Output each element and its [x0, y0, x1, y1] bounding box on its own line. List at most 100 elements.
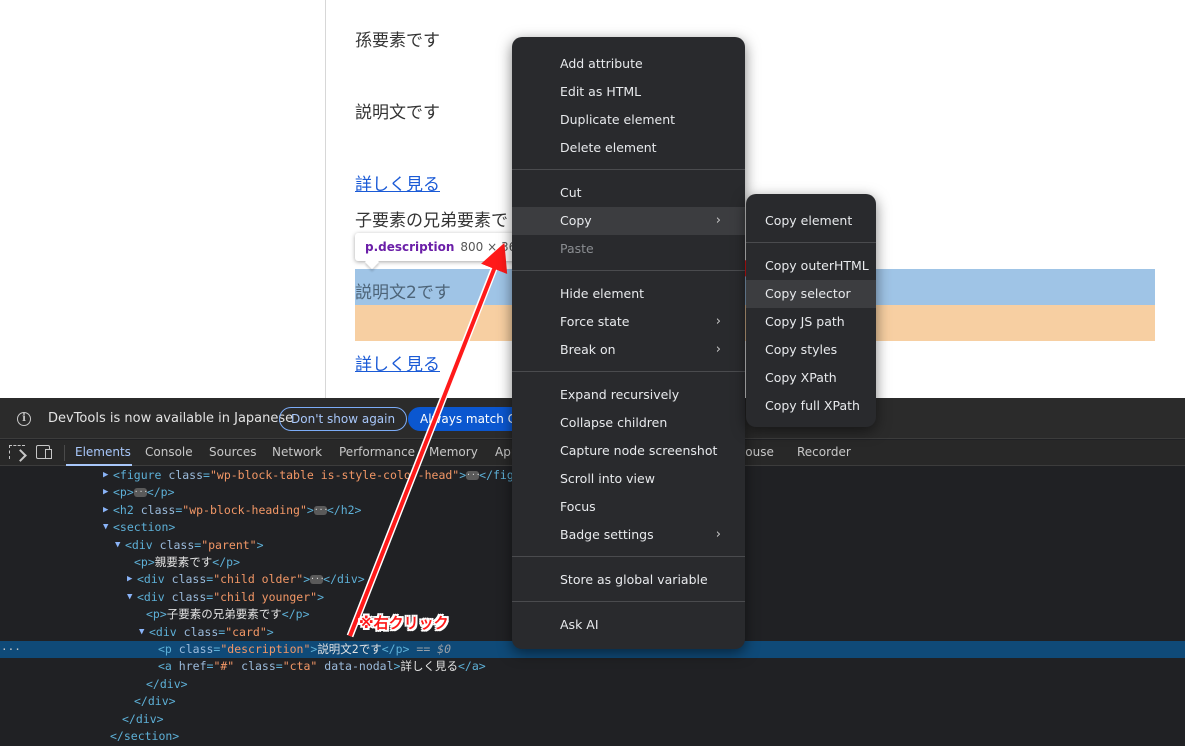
- submenu-item-label: Copy selector: [765, 286, 851, 301]
- submenu-item-copy-xpath[interactable]: Copy XPath: [746, 364, 876, 392]
- menu-item-capture-node-screenshot[interactable]: Capture node screenshot: [512, 437, 745, 465]
- dom-node-markup: <p>親要素です</p>: [134, 555, 240, 569]
- copy-submenu: Copy element Copy outerHTML Copy selector C…: [746, 194, 876, 427]
- submenu-item-copy-element[interactable]: Copy element: [746, 207, 876, 235]
- infobar-message: DevTools is now available in Japanese: [48, 411, 294, 426]
- expand-triangle-icon[interactable]: ▼: [115, 537, 120, 554]
- menu-item-label: Paste: [560, 241, 594, 256]
- dom-node-markup: <div class="child younger">: [137, 589, 324, 604]
- menu-item-add-attribute[interactable]: Add attribute: [512, 50, 745, 78]
- dom-node[interactable]: </div>: [0, 676, 1185, 693]
- inspect-tooltip: p.description 800 × 36: [355, 233, 527, 261]
- menu-item-delete-element[interactable]: Delete element: [512, 134, 745, 162]
- expand-triangle-icon[interactable]: ▼: [139, 624, 144, 641]
- tab-elements[interactable]: Elements: [75, 445, 131, 459]
- info-icon: i: [17, 412, 31, 426]
- node-menu-icon[interactable]: ···: [1, 641, 21, 658]
- menu-item-label: Scroll into view: [560, 471, 655, 486]
- dom-node[interactable]: </section>: [0, 728, 1185, 745]
- dom-node[interactable]: <a href="#" class="cta" data-nodal>詳しく見る…: [0, 658, 1185, 675]
- tab-sources[interactable]: Sources: [209, 445, 256, 459]
- collapse-triangle-icon[interactable]: ▶: [103, 467, 108, 484]
- menu-item-label: Hide element: [560, 286, 645, 301]
- tab-network[interactable]: Network: [272, 445, 322, 459]
- menu-item-hide-element[interactable]: Hide element: [512, 280, 745, 308]
- menu-item-scroll-into-view[interactable]: Scroll into view: [512, 465, 745, 493]
- page-divider: [325, 0, 326, 398]
- tab-memory[interactable]: Memory: [429, 445, 478, 459]
- tab-recorder[interactable]: Recorder: [797, 445, 851, 459]
- expand-triangle-icon[interactable]: ▼: [103, 519, 108, 536]
- tab-performance[interactable]: Performance: [339, 445, 415, 459]
- menu-item-label: Delete element: [560, 140, 657, 155]
- dom-node-markup: </div>: [146, 676, 188, 691]
- menu-separator: [746, 242, 876, 243]
- menu-item-edit-as-html[interactable]: Edit as HTML: [512, 78, 745, 106]
- tab-console[interactable]: Console: [145, 445, 193, 459]
- menu-separator: [512, 556, 745, 557]
- menu-item-force-state[interactable]: Force state ›: [512, 308, 745, 336]
- more-link-1[interactable]: 詳しく見る: [355, 170, 440, 195]
- submenu-item-label: Copy JS path: [765, 314, 845, 329]
- menu-separator: [512, 601, 745, 602]
- submenu-item-label: Copy XPath: [765, 370, 837, 385]
- submenu-item-label: Copy full XPath: [765, 398, 860, 413]
- chevron-right-icon: ›: [715, 213, 721, 228]
- menu-item-label: Break on: [560, 342, 616, 357]
- collapse-triangle-icon[interactable]: ▶: [103, 502, 108, 519]
- menu-item-focus[interactable]: Focus: [512, 493, 745, 521]
- submenu-item-copy-outerhtml[interactable]: Copy outerHTML: [746, 252, 876, 280]
- menu-item-label: Add attribute: [560, 56, 643, 71]
- device-toolbar-icon[interactable]: [36, 445, 52, 459]
- highlighted-description-text: 説明文2です: [355, 283, 451, 303]
- collapse-triangle-icon[interactable]: ▶: [103, 484, 108, 501]
- menu-item-label: Force state: [560, 314, 630, 329]
- more-link-2[interactable]: 詳しく見る: [355, 350, 440, 375]
- collapse-triangle-icon[interactable]: ▶: [127, 571, 132, 588]
- dom-node[interactable]: </div>: [0, 711, 1185, 728]
- menu-item-copy[interactable]: Copy ›: [512, 207, 745, 235]
- submenu-item-copy-styles[interactable]: Copy styles: [746, 336, 876, 364]
- menu-item-collapse-children[interactable]: Collapse children: [512, 409, 745, 437]
- menu-item-label: Capture node screenshot: [560, 443, 718, 458]
- active-tab-indicator: [66, 464, 132, 466]
- menu-item-expand-recursively[interactable]: Expand recursively: [512, 381, 745, 409]
- ellipsis-icon: ···: [310, 574, 325, 585]
- menu-item-label: Badge settings: [560, 527, 654, 542]
- context-menu: Add attribute Edit as HTML Duplicate eleme…: [512, 37, 745, 649]
- tooltip-selector: p.description: [365, 240, 455, 254]
- dom-node-markup: <p class="description">説明文2です</p> == $0: [158, 642, 452, 656]
- dom-node-markup: </div>: [122, 711, 164, 726]
- dom-node-markup: <p>子要素の兄弟要素です</p>: [146, 607, 310, 622]
- submenu-item-copy-selector[interactable]: Copy selector: [746, 280, 876, 308]
- menu-separator: [512, 270, 745, 271]
- menu-item-store-as-global-variable[interactable]: Store as global variable: [512, 566, 745, 594]
- dom-node-markup: <h2 class="wp-block-heading">···</h2>: [113, 502, 362, 517]
- menu-item-cut[interactable]: Cut: [512, 179, 745, 207]
- menu-item-duplicate-element[interactable]: Duplicate element: [512, 106, 745, 134]
- menu-item-break-on[interactable]: Break on ›: [512, 336, 745, 364]
- sibling-text: 子要素の兄弟要素で: [355, 211, 508, 231]
- description-text: 説明文です: [355, 103, 440, 123]
- always-match-button[interactable]: Always match Ch: [408, 407, 528, 431]
- menu-item-label: Edit as HTML: [560, 84, 642, 99]
- ellipsis-icon: ···: [133, 487, 149, 498]
- submenu-item-copy-js-path[interactable]: Copy JS path: [746, 308, 876, 336]
- menu-item-label: Ask AI: [560, 617, 599, 632]
- dom-node-markup: <div class="card">: [149, 624, 274, 639]
- menu-separator: [512, 371, 745, 372]
- dom-node[interactable]: </div>: [0, 693, 1185, 710]
- dont-show-again-button[interactable]: Don't show again: [279, 407, 408, 431]
- menu-item-ask-ai[interactable]: Ask AI: [512, 611, 745, 639]
- submenu-item-copy-full-xpath[interactable]: Copy full XPath: [746, 392, 876, 420]
- inspect-element-icon[interactable]: [9, 445, 25, 459]
- menu-separator: [512, 169, 745, 170]
- menu-item-label: Copy: [560, 213, 592, 228]
- menu-item-badge-settings[interactable]: Badge settings ›: [512, 521, 745, 549]
- expand-triangle-icon[interactable]: ▼: [127, 589, 132, 606]
- menu-item-label: Focus: [560, 499, 596, 514]
- dom-node-markup: <a href="#" class="cta" data-nodal>詳しく見る…: [158, 659, 486, 674]
- ellipsis-icon: ···: [313, 504, 329, 515]
- dom-node-markup: </section>: [110, 729, 180, 743]
- menu-item-paste: Paste: [512, 235, 745, 263]
